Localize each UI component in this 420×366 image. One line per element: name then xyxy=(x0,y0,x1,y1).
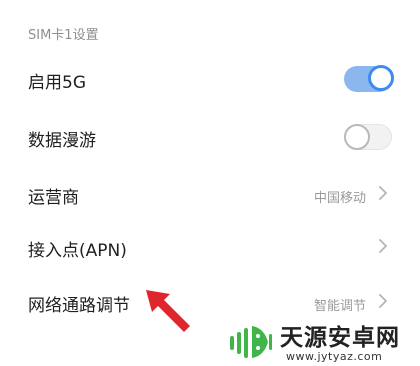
data-roaming-toggle[interactable] xyxy=(344,124,392,150)
chevron-right-icon xyxy=(379,186,387,200)
watermark-url: www.jytyaz.com xyxy=(286,350,383,363)
data-roaming-label: 数据漫游 xyxy=(28,131,96,151)
enable-5g-label: 启用5G xyxy=(28,73,86,93)
data-roaming-row[interactable]: 数据漫游 xyxy=(0,112,420,162)
annotation-arrow-icon xyxy=(146,290,190,332)
apn-row[interactable]: 接入点(APN) xyxy=(0,222,420,272)
android-logo-icon xyxy=(230,326,272,358)
watermark: 天源安卓网 www.jytyaz.com xyxy=(226,316,420,366)
carrier-value: 中国移动 xyxy=(313,191,366,206)
watermark-title: 天源安卓网 xyxy=(280,325,400,351)
toggle-knob xyxy=(368,65,394,91)
network-path-label: 网络通路调节 xyxy=(28,296,130,316)
network-path-value: 智能调节 xyxy=(313,299,366,314)
carrier-label: 运营商 xyxy=(28,188,79,208)
section-title: SIM卡1设置 xyxy=(28,28,99,43)
enable-5g-toggle[interactable] xyxy=(344,65,394,92)
chevron-right-icon xyxy=(379,294,387,308)
enable-5g-row[interactable]: 启用5G xyxy=(0,54,420,104)
carrier-row[interactable]: 运营商 中国移动 xyxy=(0,169,420,219)
toggle-knob xyxy=(344,124,370,150)
apn-label: 接入点(APN) xyxy=(28,241,127,261)
chevron-right-icon xyxy=(379,239,387,253)
